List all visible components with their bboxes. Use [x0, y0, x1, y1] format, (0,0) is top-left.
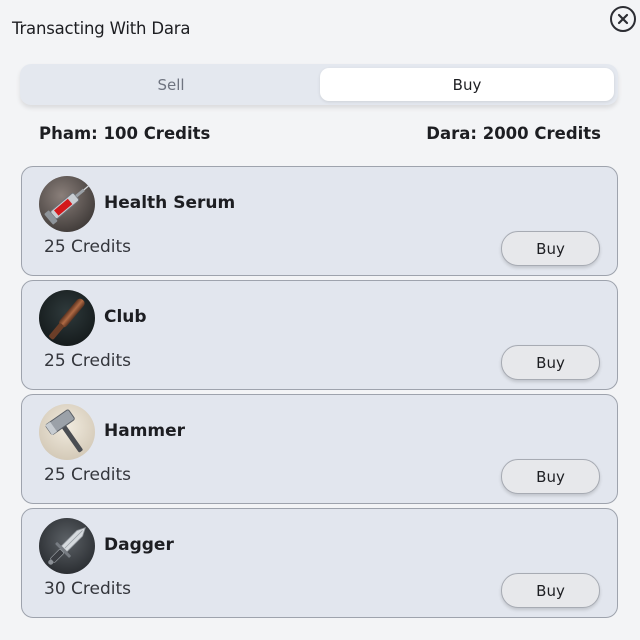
dagger-icon [39, 518, 95, 574]
hammer-icon [39, 404, 95, 460]
buy-button[interactable]: Buy [501, 345, 600, 380]
item-name: Hammer [104, 421, 186, 441]
transaction-tabs: Sell Buy [20, 64, 618, 105]
tab-buy[interactable]: Buy [320, 68, 614, 101]
shop-item-dagger: Dagger 30 Credits Buy [21, 508, 618, 618]
shop-item-hammer: Hammer 25 Credits Buy [21, 394, 618, 504]
syringe-icon [39, 176, 95, 232]
merchant-balance: Dara: 2000 Credits [426, 124, 601, 143]
buy-button[interactable]: Buy [501, 231, 600, 266]
club-icon [39, 290, 95, 346]
buy-button[interactable]: Buy [501, 459, 600, 494]
window-title: Transacting With Dara [12, 19, 191, 38]
close-icon [617, 13, 629, 25]
close-button[interactable] [610, 6, 636, 32]
item-name: Club [104, 307, 147, 327]
item-price: 30 Credits [44, 579, 132, 599]
shop-item-club: Club 25 Credits Buy [21, 280, 618, 390]
item-price: 25 Credits [44, 351, 132, 371]
item-name: Dagger [104, 535, 174, 555]
tab-sell[interactable]: Sell [24, 68, 318, 101]
buy-button[interactable]: Buy [501, 573, 600, 608]
item-name: Health Serum [104, 193, 236, 213]
item-price: 25 Credits [44, 237, 132, 257]
player-balance: Pham: 100 Credits [39, 124, 211, 143]
item-price: 25 Credits [44, 465, 132, 485]
shop-item-health-serum: Health Serum 25 Credits Buy [21, 166, 618, 276]
